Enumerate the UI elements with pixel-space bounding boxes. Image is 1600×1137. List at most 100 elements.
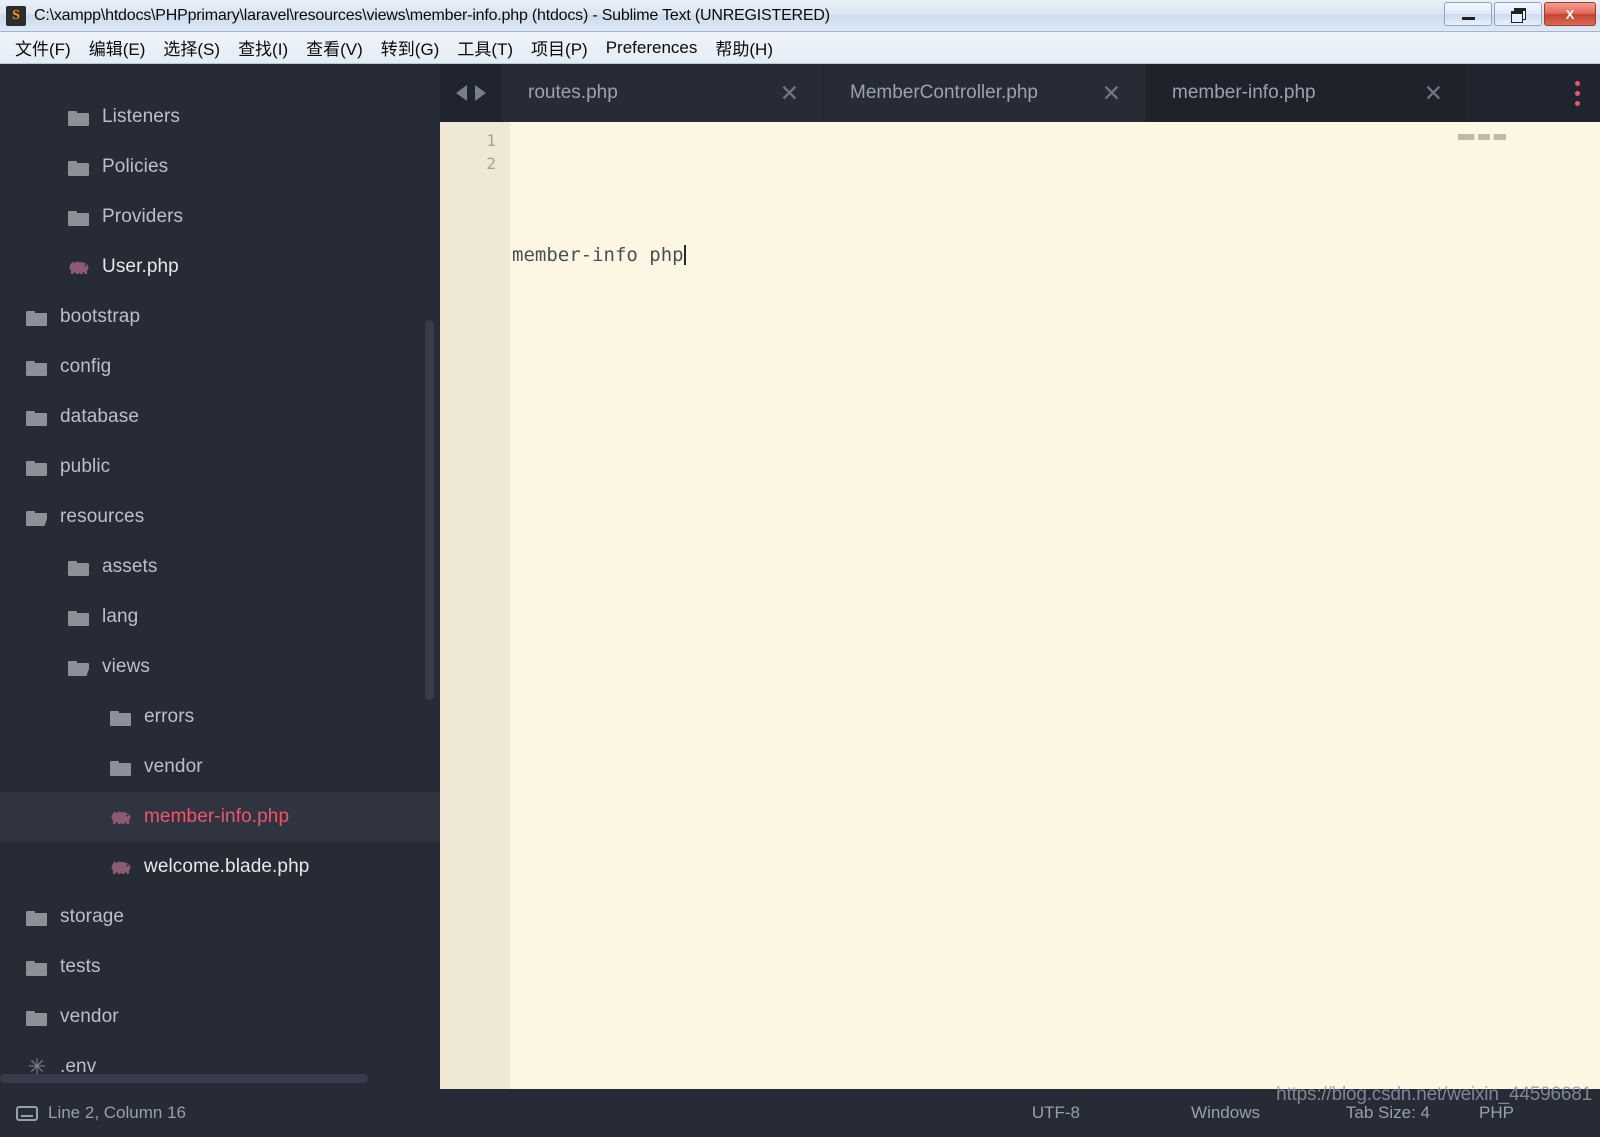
close-button[interactable]: X <box>1544 2 1596 26</box>
tree-item-providers[interactable]: Providers <box>0 192 440 242</box>
folder-open-icon <box>68 658 90 676</box>
tree-item-member-info-php[interactable]: member-info.php <box>0 792 440 842</box>
menu-selection[interactable]: 选择(S) <box>154 33 229 62</box>
tree-item-bootstrap[interactable]: bootstrap <box>0 292 440 342</box>
code-editor[interactable]: 1 2 member-info php <box>440 122 1600 1089</box>
tab-label: MemberController.php <box>850 82 1038 103</box>
tree-item-public[interactable]: public <box>0 442 440 492</box>
sublime-text-window: S C:\xampp\htdocs\PHPprimary\laravel\res… <box>0 0 1600 1137</box>
tree-item-config[interactable]: config <box>0 342 440 392</box>
tree-item-label: database <box>60 406 139 427</box>
restore-button[interactable] <box>1494 2 1542 26</box>
folder-icon <box>26 1008 48 1026</box>
minimize-button[interactable] <box>1444 2 1492 26</box>
tree-item-policies[interactable]: Policies <box>0 142 440 192</box>
window-title: C:\xampp\htdocs\PHPprimary\laravel\resou… <box>34 6 830 24</box>
tree-item-welcome-blade-php[interactable]: welcome.blade.php <box>0 842 440 892</box>
sidebar-file-tree: Listeners Policies Providers User.php bootst… <box>0 64 440 1089</box>
close-icon[interactable]: ✕ <box>1424 81 1443 105</box>
syntax-status[interactable]: PHP <box>1479 1103 1514 1123</box>
line-endings-status[interactable]: Windows <box>1191 1103 1260 1123</box>
menu-preferences[interactable]: Preferences <box>597 36 707 60</box>
sidebar-horizontal-scrollbar[interactable] <box>0 1074 368 1083</box>
tree-item-assets[interactable]: assets <box>0 542 440 592</box>
cursor-position-group: Line 2, Column 16 <box>16 1103 186 1123</box>
keyboard-icon <box>16 1105 38 1121</box>
folder-icon <box>110 758 132 776</box>
tab-prev-arrow-icon[interactable] <box>456 85 467 101</box>
editor-pane: routes.php ✕ MemberController.php ✕ memb… <box>440 64 1600 1089</box>
tab-label: member-info.php <box>1172 82 1316 103</box>
tree-item-label: welcome.blade.php <box>144 856 310 877</box>
kebab-menu-icon[interactable] <box>1575 64 1580 122</box>
sidebar-vertical-scrollbar[interactable] <box>425 320 434 700</box>
tree-item-database[interactable]: database <box>0 392 440 442</box>
folder-open-icon <box>26 508 48 526</box>
cursor-position[interactable]: Line 2, Column 16 <box>48 1103 186 1123</box>
tree-item-label: errors <box>144 706 195 727</box>
menu-edit[interactable]: 编辑(E) <box>80 33 155 62</box>
sublime-text-icon: S <box>6 5 26 26</box>
folder-tree: Listeners Policies Providers User.php bootst… <box>0 92 440 1089</box>
folder-icon <box>26 458 48 476</box>
tab-scroll-arrows <box>440 64 502 122</box>
folder-icon <box>26 958 48 976</box>
close-icon[interactable]: ✕ <box>780 81 799 105</box>
tree-item-views[interactable]: views <box>0 642 440 692</box>
tree-item-label: public <box>60 456 111 477</box>
tab-next-arrow-icon[interactable] <box>475 85 486 101</box>
folder-icon <box>26 908 48 926</box>
tree-item-user-php[interactable]: User.php <box>0 242 440 292</box>
tree-item-label: resources <box>60 506 145 527</box>
tree-item-label: Policies <box>102 156 169 177</box>
workspace: Listeners Policies Providers User.php bootst… <box>0 64 1600 1089</box>
folder-icon <box>68 108 90 126</box>
code-line-2-text: member-info php <box>512 244 684 266</box>
tree-item-resources[interactable]: resources <box>0 492 440 542</box>
tree-item-vendor[interactable]: vendor <box>0 742 440 792</box>
watermark-text: https://blog.csdn.net/weixin_44596681 <box>1276 1084 1592 1105</box>
restore-icon <box>1511 8 1526 23</box>
encoding-status[interactable]: UTF-8 <box>1032 1103 1080 1123</box>
title-bar: S C:\xampp\htdocs\PHPprimary\laravel\res… <box>0 0 1600 32</box>
tree-item-label: Providers <box>102 206 184 227</box>
tree-item-label: config <box>60 356 112 377</box>
php-file-icon <box>68 258 90 276</box>
menu-project[interactable]: 项目(P) <box>522 33 597 62</box>
folder-icon <box>26 358 48 376</box>
tab-size-status[interactable]: Tab Size: 4 <box>1346 1103 1430 1123</box>
tree-item-vendor[interactable]: vendor <box>0 992 440 1042</box>
folder-icon <box>68 208 90 226</box>
php-file-icon <box>110 808 132 826</box>
tree-item-tests[interactable]: tests <box>0 942 440 992</box>
tree-item-errors[interactable]: errors <box>0 692 440 742</box>
tree-item-label: assets <box>102 556 158 577</box>
close-icon[interactable]: ✕ <box>1102 81 1121 105</box>
php-file-icon <box>110 858 132 876</box>
tab-routes-php[interactable]: routes.php ✕ <box>502 64 824 122</box>
tree-item-label: vendor <box>60 1006 119 1027</box>
text-caret <box>683 245 686 265</box>
menu-goto[interactable]: 转到(G) <box>372 33 449 62</box>
tab-member-info-php[interactable]: member-info.php ✕ <box>1146 64 1468 122</box>
tree-item-lang[interactable]: lang <box>0 592 440 642</box>
menu-file[interactable]: 文件(F) <box>6 33 80 62</box>
tree-item-label: lang <box>102 606 139 627</box>
tree-item-label: vendor <box>144 756 203 777</box>
tab-membercontroller-php[interactable]: MemberController.php ✕ <box>824 64 1146 122</box>
folder-icon <box>68 158 90 176</box>
tree-item-storage[interactable]: storage <box>0 892 440 942</box>
minimap[interactable] <box>1440 122 1584 1089</box>
code-text[interactable]: member-info php <box>510 122 1600 1089</box>
folder-icon <box>26 308 48 326</box>
code-line-2: member-info php <box>510 244 1600 267</box>
line-number: 2 <box>486 154 496 173</box>
menu-find[interactable]: 查找(I) <box>229 33 297 62</box>
menu-bar: 文件(F) 编辑(E) 选择(S) 查找(I) 查看(V) 转到(G) 工具(T… <box>0 32 1600 64</box>
tree-item-label: Listeners <box>102 106 180 127</box>
menu-tools[interactable]: 工具(T) <box>448 33 522 62</box>
tree-item-listeners[interactable]: Listeners <box>0 92 440 142</box>
menu-view[interactable]: 查看(V) <box>297 33 372 62</box>
menu-help[interactable]: 帮助(H) <box>706 33 782 62</box>
